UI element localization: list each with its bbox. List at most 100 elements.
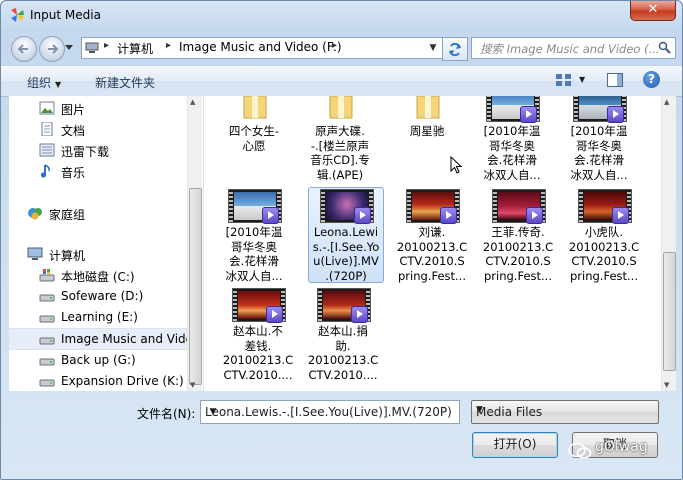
folder-icon <box>243 96 267 119</box>
file-caption: [2010年温 哥华冬奥 会.花样滑 冰双人自... <box>570 124 628 183</box>
command-toolbar: 组织 ▼ 新建文件夹 ▼ ? <box>1 65 682 97</box>
folder-icon <box>416 96 440 119</box>
nav-item-label: 家庭组 <box>49 208 86 222</box>
close-icon: ✕ <box>647 2 659 17</box>
watermark-text: gOlwag <box>595 439 648 455</box>
computer-icon <box>27 247 43 260</box>
drive-icon <box>39 294 55 302</box>
search-box[interactable]: 搜索 Image Music and Video (... <box>471 37 676 59</box>
preview-pane-icon[interactable] <box>607 73 623 87</box>
nav-item-drive-c[interactable]: 本地磁盘 (C:) <box>9 265 185 285</box>
nav-item-drive-d[interactable]: Sofeware (D:) <box>9 286 185 306</box>
file-caption: 赵本山.不 差钱. 20100213.C CTV.2010.... <box>222 324 294 383</box>
play-icon <box>612 207 629 224</box>
scroll-up-arrow[interactable]: ▲ <box>190 98 195 106</box>
play-icon <box>351 306 368 323</box>
nav-item-documents[interactable]: 文档 <box>9 119 185 139</box>
back-button[interactable] <box>11 36 37 62</box>
play-icon <box>526 207 543 224</box>
file-caption: 王菲.传奇. 20100213.C CTV.2010.S pring.Fest... <box>482 225 554 284</box>
play-icon <box>607 106 624 123</box>
forward-button[interactable] <box>39 36 65 62</box>
file-caption: 周星驰 <box>409 124 445 138</box>
nav-item-computer[interactable]: 计算机 <box>9 244 185 264</box>
view-options-dropdown[interactable]: ▼ <box>579 75 585 84</box>
drive-icon <box>39 315 55 323</box>
play-icon <box>262 207 279 224</box>
nav-item-label: Learning (E:) <box>61 310 138 324</box>
file-caption: [2010年温 哥华冬奥 会.花样滑 冰双人自... <box>225 225 283 284</box>
close-button[interactable]: ✕ <box>630 1 676 21</box>
homegroup-icon <box>28 208 42 220</box>
nav-item-downloads[interactable]: 迅雷下载 <box>9 140 185 160</box>
file-caption: 刘谦. 20100213.C CTV.2010.S pring.Fest... <box>396 225 468 284</box>
chevron-down-icon[interactable]: ▼ <box>205 401 221 423</box>
search-icon <box>658 41 671 54</box>
folder-icon <box>329 96 353 119</box>
file-caption: 小虎队. 20100213.C CTV.2010.S pring.Fest... <box>568 225 640 284</box>
breadcrumb-drive-f[interactable]: Image Music and Video (F:) <box>179 40 342 54</box>
filename-value: Leona.Lewis.-.[I.See.You(Live)].MV.(720P… <box>205 405 452 419</box>
nav-item-music[interactable]: 音乐 <box>9 161 185 181</box>
nav-item-label: 本地磁盘 (C:) <box>61 270 135 284</box>
filename-input[interactable]: Leona.Lewis.-.[I.See.You(Live)].MV.(720P… <box>200 400 460 424</box>
nav-item-drive-f[interactable]: Image Music and Video <box>9 328 200 350</box>
documents-icon <box>41 122 53 136</box>
play-icon <box>440 207 457 224</box>
play-icon <box>520 106 537 123</box>
breadcrumb-separator[interactable]: ▸ <box>104 40 109 51</box>
file-type-select[interactable]: Media Files ▼ <box>471 400 659 424</box>
windows-drive-icon <box>39 269 55 282</box>
recent-pages-dropdown[interactable] <box>65 45 73 51</box>
nav-item-label: 迅雷下载 <box>61 145 110 159</box>
nav-item-label: Image Music and Video <box>61 332 201 346</box>
open-button[interactable]: 打开(O) <box>472 432 558 458</box>
file-caption: 四个女生- 心愿 <box>228 124 280 153</box>
search-placeholder: 搜索 Image Music and Video (... <box>480 42 660 56</box>
mouse-cursor-icon <box>450 156 463 174</box>
nav-item-drive-g[interactable]: Back up (G:) <box>9 350 185 370</box>
breadcrumb-separator[interactable]: ▸ <box>332 40 337 51</box>
music-icon <box>40 164 50 178</box>
drive-icon <box>39 358 55 366</box>
scrollbar-thumb[interactable] <box>189 188 202 385</box>
refresh-icon <box>449 42 461 57</box>
address-dropdown-arrow[interactable]: ▼ <box>424 38 442 58</box>
nav-item-drive-k[interactable]: Expansion Drive (K:) <box>9 371 185 391</box>
refresh-button[interactable] <box>442 37 468 61</box>
nav-item-label: Sofeware (D:) <box>61 289 144 303</box>
nav-item-label: 计算机 <box>49 249 86 263</box>
nav-item-label: Expansion Drive (K:) <box>61 374 184 388</box>
file-list-pane: 四个女生- 心愿 原声大碟. -.[楼兰原声 音乐CD].专 辑.(APE) 周星驰 [… <box>204 96 661 391</box>
arrow-left-icon <box>17 44 28 54</box>
file-caption: 原声大碟. -.[楼兰原声 音乐CD].专 辑.(APE) <box>310 124 370 183</box>
downloads-icon <box>39 143 55 157</box>
wechat-watermark-icon <box>568 442 592 459</box>
app-icon <box>11 8 24 22</box>
chevron-down-icon: ▼ <box>55 80 62 89</box>
nav-item-pictures[interactable]: 图片 <box>9 98 185 118</box>
nav-item-label: 图片 <box>61 103 86 117</box>
breadcrumb-separator[interactable]: ▸ <box>166 40 171 51</box>
scroll-down-arrow[interactable]: ▼ <box>664 381 669 389</box>
drive-icon <box>39 337 55 345</box>
address-bar[interactable]: ▸ 计算机 ▸ Image Music and Video (F:) ▸ ▼ <box>81 37 443 59</box>
change-view-icon[interactable] <box>555 72 573 88</box>
scrollbar-thumb[interactable] <box>663 252 676 371</box>
breadcrumb-computer[interactable]: 计算机 <box>117 40 153 57</box>
play-icon <box>354 207 371 224</box>
nav-item-label: Back up (G:) <box>61 353 136 367</box>
new-folder-button[interactable]: 新建文件夹 <box>95 74 155 91</box>
help-button[interactable]: ? <box>643 71 660 88</box>
nav-item-label: 文档 <box>61 124 86 138</box>
title-bar: Input Media ✕ <box>1 1 682 31</box>
organize-menu[interactable]: 组织 ▼ <box>27 74 61 91</box>
nav-item-homegroup[interactable]: 家庭组 <box>9 203 185 223</box>
arrow-right-icon <box>48 44 59 54</box>
nav-item-drive-e[interactable]: Learning (E:) <box>9 307 185 327</box>
scroll-down-arrow[interactable]: ▼ <box>190 381 195 389</box>
navigation-scrollbar[interactable]: ▲ ▼ <box>187 96 202 391</box>
file-list-scrollbar[interactable]: ▲ ▼ <box>661 96 676 391</box>
scroll-up-arrow[interactable]: ▲ <box>664 98 669 106</box>
drive-icon <box>39 379 55 387</box>
